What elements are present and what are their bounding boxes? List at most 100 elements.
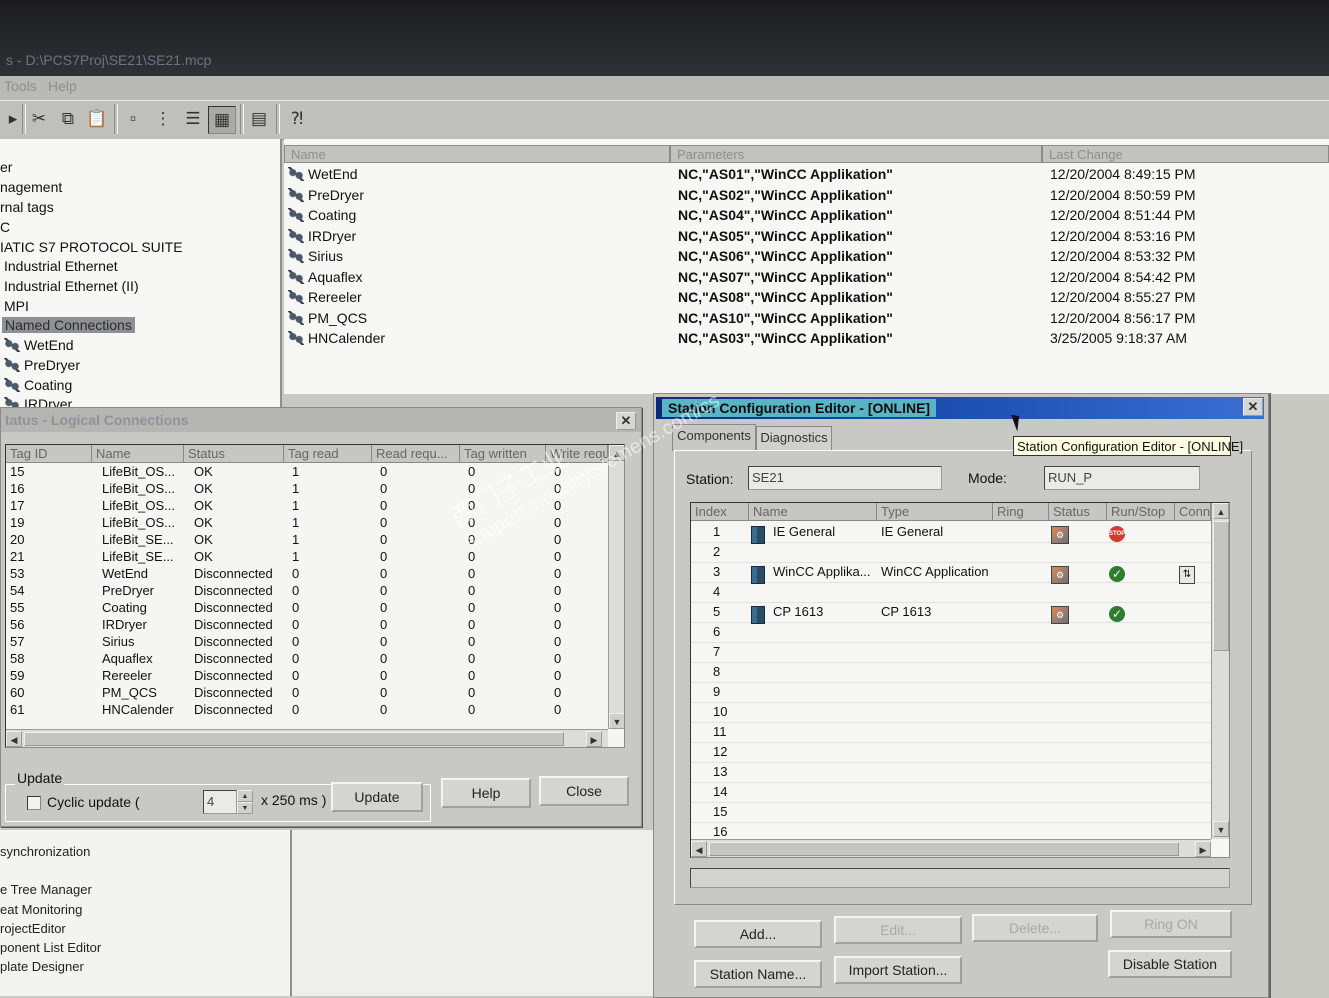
tree-item[interactable]: IATIC S7 PROTOCOL SUITE xyxy=(0,239,183,255)
close-button[interactable]: Close xyxy=(539,776,629,806)
table-row[interactable]: 10 xyxy=(691,702,1211,723)
table-row[interactable]: 59 Rereeler Disconnected 0 0 0 0 xyxy=(6,668,624,685)
tree-item[interactable]: IRDryer xyxy=(4,396,72,407)
scroll-thumb[interactable] xyxy=(24,732,564,746)
table-row[interactable]: 8 xyxy=(691,662,1211,683)
tree-item[interactable]: plate Designer xyxy=(0,959,84,974)
large-icons-icon[interactable]: ▫ xyxy=(120,106,146,132)
column-header-name[interactable]: Name xyxy=(92,445,184,463)
column-header-tag-written[interactable]: Tag written xyxy=(460,445,546,463)
tree-item[interactable]: Coating xyxy=(4,377,72,393)
table-row[interactable]: 54 PreDryer Disconnected 0 0 0 0 xyxy=(6,583,624,600)
list-item[interactable]: Sirius NC,"AS06","WinCC Applikation" 12/20… xyxy=(284,248,1329,268)
column-header-last-change[interactable]: Last Change xyxy=(1042,145,1329,163)
table-row[interactable]: 56 IRDryer Disconnected 0 0 0 0 xyxy=(6,617,624,634)
table-row[interactable]: 21 LifeBit_SE... OK 1 0 0 0 xyxy=(6,549,624,566)
column-header-status[interactable]: Status xyxy=(1049,503,1107,521)
table-row[interactable]: 13 xyxy=(691,762,1211,783)
scroll-down-icon[interactable]: ▼ xyxy=(1213,821,1229,837)
table-row[interactable]: 14 xyxy=(691,782,1211,803)
table-row[interactable]: 17 LifeBit_OS... OK 1 0 0 0 xyxy=(6,498,624,515)
column-header-ring[interactable]: Ring xyxy=(993,503,1049,521)
table-row[interactable]: 20 LifeBit_SE... OK 1 0 0 0 xyxy=(6,532,624,549)
tree-item[interactable]: rnal tags xyxy=(0,199,54,215)
cyclic-update-checkbox[interactable] xyxy=(27,796,41,810)
tree-item[interactable]: PreDryer xyxy=(4,357,80,373)
properties-icon[interactable]: ▤ xyxy=(246,106,272,132)
tree-item-named-connections[interactable]: Named Connections xyxy=(2,317,135,333)
vertical-scrollbar[interactable]: ▲ ▼ xyxy=(608,445,624,729)
column-header-parameters[interactable]: Parameters xyxy=(670,145,1042,163)
table-row[interactable]: 3 WinCC Applika... WinCC Application ⚙ ✓ ⇅ xyxy=(691,562,1211,584)
column-header-index[interactable]: Index xyxy=(691,503,749,521)
column-header-name[interactable]: Name xyxy=(749,503,877,521)
close-icon[interactable]: ✕ xyxy=(616,412,636,430)
station-field[interactable]: SE21 xyxy=(748,466,942,490)
menu-tools[interactable]: Tools xyxy=(4,78,37,94)
list-item[interactable]: PreDryer NC,"AS02","WinCC Applikation" 12/… xyxy=(284,187,1329,207)
tree-item[interactable]: nagement xyxy=(0,179,62,195)
tree-item[interactable]: eat Monitoring xyxy=(0,902,82,917)
tree-item[interactable]: Industrial Ethernet xyxy=(4,258,118,274)
scroll-right-icon[interactable]: ▶ xyxy=(586,731,602,747)
column-header-run-stop[interactable]: Run/Stop xyxy=(1107,503,1175,521)
tree-item[interactable]: rojectEditor xyxy=(0,921,66,936)
lower-tree[interactable]: synchronization e Tree Manager eat Monit… xyxy=(0,830,292,996)
list-item[interactable]: WetEnd NC,"AS01","WinCC Applikation" 12/20… xyxy=(284,166,1329,186)
tree-item[interactable]: er xyxy=(0,159,12,175)
list-item[interactable]: IRDryer NC,"AS05","WinCC Applikation" 12/2… xyxy=(284,228,1329,248)
table-row[interactable]: 2 xyxy=(691,542,1211,563)
cyclic-interval-stepper[interactable]: ▲ ▼ xyxy=(237,790,255,814)
column-header-tag-id[interactable]: Tag ID xyxy=(6,445,92,463)
table-row[interactable]: 15 xyxy=(691,802,1211,823)
table-row[interactable]: 55 Coating Disconnected 0 0 0 0 xyxy=(6,600,624,617)
add-button[interactable]: Add... xyxy=(694,920,822,948)
column-header-status[interactable]: Status xyxy=(184,445,284,463)
scroll-left-icon[interactable]: ◀ xyxy=(691,841,707,857)
import-station-button[interactable]: Import Station... xyxy=(834,956,962,984)
project-tree[interactable]: er nagement rnal tags C IATIC S7 PROTOCO… xyxy=(0,139,282,407)
delete-button[interactable]: Delete... xyxy=(972,914,1098,942)
tree-item[interactable]: ponent List Editor xyxy=(0,940,101,955)
table-row[interactable]: 53 WetEnd Disconnected 0 0 0 0 xyxy=(6,566,624,583)
column-header-name[interactable]: Name xyxy=(284,145,670,163)
edit-button[interactable]: Edit... xyxy=(834,916,962,944)
cyclic-interval-input[interactable]: 4 xyxy=(203,790,237,814)
tree-item[interactable]: e Tree Manager xyxy=(0,882,92,897)
list-item[interactable]: HNCalender NC,"AS03","WinCC Applikation" 3… xyxy=(284,330,1329,350)
scroll-thumb[interactable] xyxy=(709,842,1179,856)
details-icon[interactable]: ▦ xyxy=(208,106,236,134)
vertical-scrollbar[interactable]: ▲ ▼ xyxy=(1211,503,1229,839)
table-row[interactable]: 9 xyxy=(691,682,1211,703)
scroll-down-icon[interactable]: ▼ xyxy=(609,713,624,729)
small-icons-icon[interactable]: ⋮ xyxy=(150,106,176,132)
mode-field[interactable]: RUN_P xyxy=(1044,466,1200,490)
table-row[interactable]: 61 HNCalender Disconnected 0 0 0 0 xyxy=(6,702,624,719)
components-grid[interactable]: Index Name Type Ring Status Run/Stop Con… xyxy=(690,502,1230,858)
column-header-type[interactable]: Type xyxy=(877,503,993,521)
disable-station-button[interactable]: Disable Station xyxy=(1108,950,1232,978)
table-row[interactable]: 16 LifeBit_OS... OK 1 0 0 0 xyxy=(6,481,624,498)
scroll-thumb[interactable] xyxy=(1213,521,1229,651)
tree-item[interactable]: Industrial Ethernet (II) xyxy=(4,278,139,294)
table-row[interactable]: 7 xyxy=(691,642,1211,663)
table-row[interactable]: 5 CP 1613 CP 1613 ⚙ ✓ xyxy=(691,602,1211,624)
list-item[interactable]: Aquaflex NC,"AS07","WinCC Applikation" 12/… xyxy=(284,269,1329,289)
copy-icon[interactable]: ⧉ xyxy=(55,106,81,132)
list-item[interactable]: Rereeler NC,"AS08","WinCC Applikation" 12/… xyxy=(284,289,1329,309)
table-row[interactable]: 11 xyxy=(691,722,1211,743)
tree-item[interactable]: synchronization xyxy=(0,844,90,859)
list-icon[interactable]: ☰ xyxy=(180,106,206,132)
column-header-tag-read[interactable]: Tag read xyxy=(284,445,372,463)
scroll-left-icon[interactable]: ◀ xyxy=(6,731,22,747)
cut-icon[interactable]: ✂ xyxy=(26,106,52,132)
horizontal-scrollbar[interactable]: ◀ ▶ xyxy=(691,839,1211,857)
stepper-down-icon[interactable]: ▼ xyxy=(237,802,253,814)
column-header-write-requests[interactable]: Write requ xyxy=(546,445,608,463)
table-row[interactable]: 19 LifeBit_OS... OK 1 0 0 0 xyxy=(6,515,624,532)
station-name-button[interactable]: Station Name... xyxy=(694,960,822,988)
status-grid[interactable]: Tag ID Name Status Tag read Read requ...… xyxy=(5,444,625,748)
ring-on-button[interactable]: Ring ON xyxy=(1110,910,1232,938)
tree-item[interactable]: WetEnd xyxy=(4,337,74,353)
table-row[interactable]: 15 LifeBit_OS... OK 1 0 0 0 xyxy=(6,464,624,481)
